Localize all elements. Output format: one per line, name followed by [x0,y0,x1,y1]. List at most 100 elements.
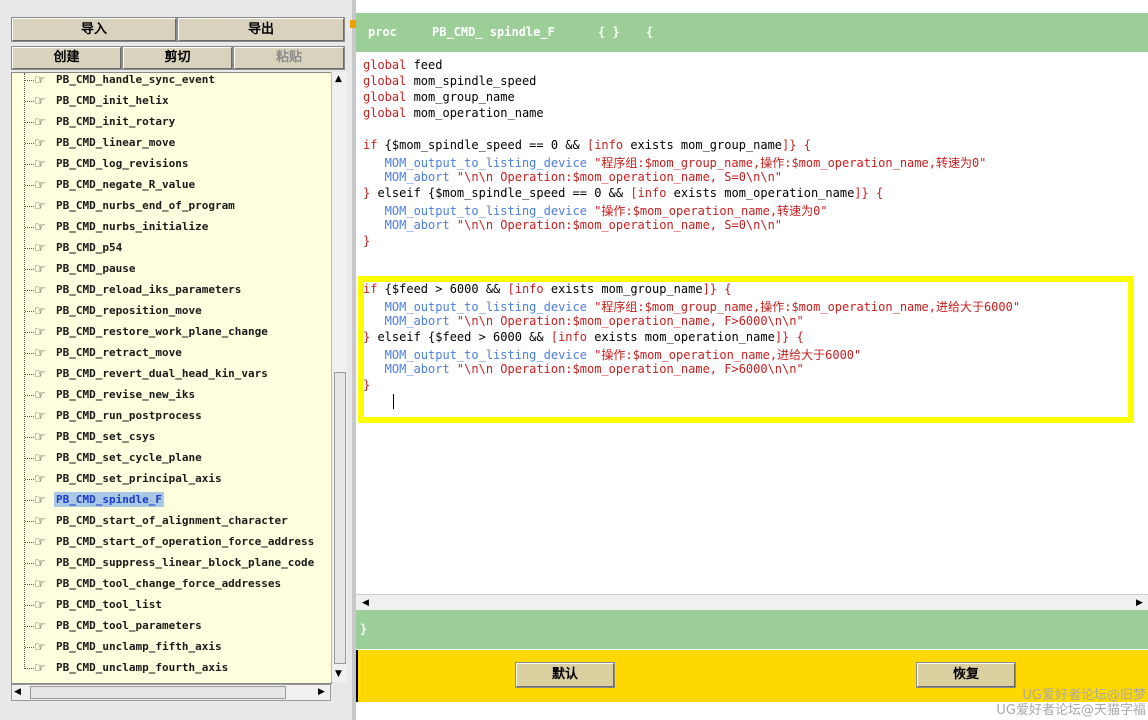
code-line: global mom_spindle_speed [363,74,536,88]
command-icon: ☞ [34,178,46,193]
tree-item[interactable]: ☞ PB_CMD_tool_change_force_addresses [12,574,331,595]
create-button[interactable]: 创建 [11,46,122,70]
code-token: MOM_abort [363,218,450,232]
import-button[interactable]: 导入 [11,17,177,42]
tree-item[interactable]: ☞ PB_CMD_reload_iks_parameters [12,280,331,301]
tree-branch-line [25,437,34,438]
code-token: } [363,234,371,248]
tree-item[interactable]: ☞ PB_CMD_restore_work_plane_change [12,322,331,343]
highlight-box [358,276,1134,423]
command-icon: ☞ [34,367,46,382]
tree-item-label: PB_CMD_nurbs_initialize [56,220,209,233]
tree-item-label: PB_CMD_reposition_move [56,304,202,317]
tree-item[interactable]: ☞ PB_CMD_tool_parameters [12,616,331,637]
tree-item[interactable]: ☞ PB_CMD_linear_move [12,133,331,154]
code-token: "程序组:$mom_group_name,操作:$mom_operation_n… [586,156,987,170]
tree-item[interactable]: ☞ PB_CMD_revise_new_iks [12,385,331,406]
command-icon: ☞ [34,262,46,277]
proc-header[interactable]: proc PB_CMD_ spindle_F { } { [356,13,1148,52]
tree-item[interactable]: ☞ PB_CMD_retract_move [12,343,331,364]
code-token: "\n\n Operation:$mom_operation_name, S=0… [449,170,783,184]
code-line: MOM_output_to_listing_device "程序组:$mom_g… [363,154,987,171]
tree-vertical-scrollbar[interactable]: ▲ ▼ [331,72,347,682]
tree-item-label: PB_CMD_init_helix [56,94,169,107]
tree-branch-line [25,395,34,396]
code-token: MOM_abort [363,170,450,184]
command-icon: ☞ [34,73,46,88]
tree-item[interactable]: ☞ PB_CMD_spindle_F [12,490,331,511]
tree-item[interactable]: ☞ PB_CMD_init_rotary [12,112,331,133]
command-icon: ☞ [34,619,46,634]
tree-item[interactable]: ☞ PB_CMD_unclamp_fourth_axis [12,658,331,679]
tree-item[interactable]: ☞ PB_CMD_nurbs_end_of_program [12,196,331,217]
default-button[interactable]: 默认 [515,662,615,688]
editor-horizontal-scrollbar[interactable]: ◀ ▶ [356,594,1148,611]
command-icon: ☞ [34,388,46,403]
tree-item[interactable]: ☞ PB_CMD_p54 [12,238,331,259]
tree-item[interactable]: ☞ PB_CMD_set_cycle_plane [12,448,331,469]
tree-item[interactable]: ☞ PB_CMD_start_of_operation_force_address [12,532,331,553]
tree-horizontal-scrollbar[interactable]: ◀ ▶ [11,684,331,701]
tree-item[interactable]: ☞ PB_CMD_revert_dual_head_kin_vars [12,364,331,385]
tree-item-label: PB_CMD_handle_sync_event [56,73,215,86]
tree-item-label: PB_CMD_set_csys [56,430,156,443]
scroll-up-arrow-icon[interactable]: ▲ [335,74,342,84]
code-editor[interactable]: global feed global mom_spindle_speed globa… [356,52,1148,608]
tree-item[interactable]: ☞ PB_CMD_nurbs_initialize [12,217,331,238]
command-icon: ☞ [34,577,46,592]
tree-item-label: PB_CMD_set_cycle_plane [56,451,202,464]
export-button[interactable]: 导出 [177,17,345,42]
tree-item[interactable]: ☞ PB_CMD_pause [12,259,331,280]
tree-branch-line [25,626,34,627]
scroll-left-arrow-icon[interactable]: ◀ [362,598,369,608]
tree-item[interactable]: ☞ PB_CMD_init_helix [12,91,331,112]
restore-button[interactable]: 恢复 [916,662,1016,688]
tree-branch-line [25,143,34,144]
tree-branch-line [25,101,34,102]
tree-branch-line [25,290,34,291]
tree-branch-line [25,80,34,81]
tree-item[interactable]: ☞ PB_CMD_log_revisions [12,154,331,175]
tree-item[interactable]: ☞ PB_CMD_set_principal_axis [12,469,331,490]
scroll-left-arrow-icon[interactable]: ◀ [14,687,21,697]
tree-item[interactable]: ☞ PB_CMD_start_of_alignment_character [12,511,331,532]
watermark: UG爱好者论坛@旧梦 UG爱好者论坛@天猫字福 [996,688,1146,718]
tree-item[interactable]: ☞ PB_CMD_reposition_move [12,301,331,322]
tree-branch-line [25,353,34,354]
command-icon: ☞ [34,136,46,151]
scroll-right-arrow-icon[interactable]: ▶ [1136,598,1143,608]
command-icon: ☞ [34,451,46,466]
paste-button[interactable]: 粘贴 [233,46,345,70]
command-icon: ☞ [34,430,46,445]
code-token: "\n\n Operation:$mom_operation_name, S=0… [449,218,783,232]
code-token: exists mom_operation_name [666,186,855,200]
tree-item[interactable]: ☞ PB_CMD_run_postprocess [12,406,331,427]
command-icon: ☞ [34,661,46,676]
tree-vertical-scroll-thumb[interactable] [334,372,346,664]
code-token: mom_spindle_speed [406,74,537,88]
scroll-right-arrow-icon[interactable]: ▶ [318,687,325,697]
code-line: MOM_abort "\n\n Operation:$mom_operation… [363,170,782,184]
tree-item-label: PB_CMD_suppress_linear_block_plane_code [56,556,315,569]
code-line: MOM_output_to_listing_device "操作:$mom_op… [363,202,828,219]
cut-button[interactable]: 剪切 [122,46,233,70]
scroll-down-arrow-icon[interactable]: ▼ [335,669,342,679]
command-icon: ☞ [34,304,46,319]
tree-horizontal-scroll-thumb[interactable] [30,686,286,699]
command-icon: ☞ [34,199,46,214]
tree-item[interactable]: ☞ PB_CMD_unclamp_fifth_axis [12,637,331,658]
code-line: global feed [363,58,442,72]
tree-item-label: PB_CMD_linear_move [56,136,176,149]
tree-item[interactable]: ☞ PB_CMD_handle_sync_event [12,73,331,91]
tree-branch-line [25,479,34,480]
tree-item[interactable]: ☞ PB_CMD_negate_R_value [12,175,331,196]
tree-item[interactable]: ☞ PB_CMD_tool_list [12,595,331,616]
command-icon: ☞ [34,409,46,424]
command-tree: ☞ PB_CMD_handle_sync_event ☞ PB_CMD_init_he… [11,72,332,684]
tree-item[interactable]: ☞ PB_CMD_suppress_linear_block_plane_code [12,553,331,574]
tree-branch-line [25,542,34,543]
tree-item-label: PB_CMD_tool_parameters [56,619,202,632]
tree-item[interactable]: ☞ PB_CMD_set_csys [12,427,331,448]
code-token: exists mom_group_name [623,138,783,152]
proc-keyword: proc [368,25,397,39]
